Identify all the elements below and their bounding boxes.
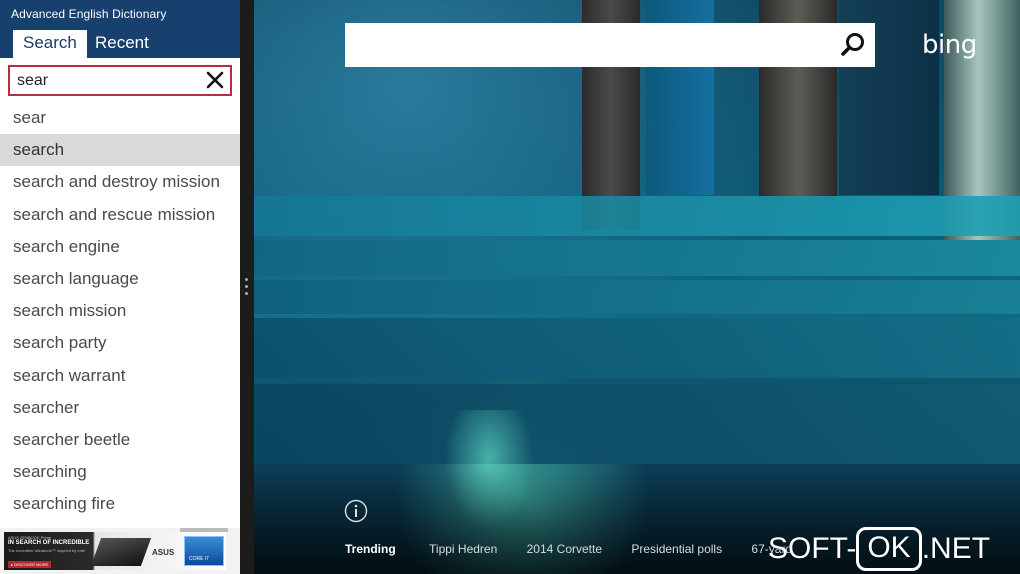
watermark-left: SOFT- (768, 532, 857, 565)
trending-link[interactable]: 2014 Corvette (527, 542, 602, 556)
trending-label: Trending (345, 542, 396, 556)
suggestion-item[interactable]: searching (0, 456, 240, 488)
ad-discover-button[interactable]: ▸ DISCOVER MORE (8, 561, 52, 568)
ad-image: ASUS ZENBOOK Prime IN SEARCH OF INCREDIB… (4, 532, 226, 570)
ad-headline: IN SEARCH OF INCREDIBLE (8, 540, 90, 546)
advertisement-banner[interactable]: ASUS ZENBOOK Prime IN SEARCH OF INCREDIB… (0, 528, 240, 574)
ad-badge-text: CORE i7 (189, 556, 209, 562)
dictionary-header: Advanced English Dictionary Search Recen… (0, 0, 240, 58)
bing-search-input[interactable] (345, 23, 825, 67)
suggestion-item[interactable]: search party (0, 327, 240, 359)
bing-logo[interactable]: bing (922, 30, 977, 60)
trending-link[interactable]: Tippi Hedren (429, 542, 497, 556)
background-step (254, 280, 1020, 314)
bing-pane: bing Trending Tippi Hedren 2014 Corvette… (254, 0, 1020, 574)
tab-recent[interactable]: Recent (85, 30, 159, 58)
dictionary-pane: Advanced English Dictionary Search Recen… (0, 0, 240, 574)
trending-bar: Trending Tippi Hedren 2014 Corvette Pres… (345, 542, 818, 556)
dictionary-search-box (8, 65, 232, 96)
intel-badge-icon: CORE i7 (184, 536, 224, 566)
bing-search-box (345, 23, 875, 67)
suggestion-item[interactable]: sear (0, 102, 240, 134)
suggestion-item[interactable]: search and rescue mission (0, 199, 240, 231)
background-step (254, 240, 1020, 276)
ad-brand: ASUS (152, 548, 175, 557)
suggestion-item[interactable]: search engine (0, 231, 240, 263)
suggestion-item[interactable]: searcher (0, 392, 240, 424)
background-step (254, 318, 1020, 378)
ad-tagline: The Incredible Ultrabook™ Inspired by In… (8, 548, 85, 553)
background-step (254, 196, 1020, 236)
info-icon[interactable] (344, 499, 368, 523)
magnifier-icon[interactable] (839, 31, 867, 59)
suggestion-item[interactable]: search warrant (0, 360, 240, 392)
ad-close-bar[interactable] (180, 528, 228, 532)
watermark-right: .NET (921, 532, 991, 565)
background-step (254, 384, 1020, 464)
watermark: SOFT- OK .NET (768, 527, 990, 571)
suggestion-item[interactable]: search language (0, 263, 240, 295)
watermark-box: OK (856, 527, 922, 571)
close-x-icon[interactable] (205, 70, 225, 90)
splitter-grip-icon[interactable] (245, 278, 249, 296)
suggestion-item[interactable]: searcher beetle (0, 424, 240, 456)
trending-link[interactable]: Presidential polls (631, 542, 722, 556)
suggestion-item[interactable]: search and destroy mission (0, 166, 240, 198)
tab-search[interactable]: Search (13, 30, 87, 58)
suggestion-item[interactable]: search mission (0, 295, 240, 327)
dictionary-search-input[interactable] (10, 67, 200, 94)
laptop-icon (90, 538, 152, 566)
app-title: Advanced English Dictionary (11, 7, 167, 21)
suggestion-list: sear search search and destroy mission s… (0, 102, 240, 520)
suggestion-item-selected[interactable]: search (0, 134, 240, 167)
suggestion-item[interactable]: searching fire (0, 488, 240, 520)
